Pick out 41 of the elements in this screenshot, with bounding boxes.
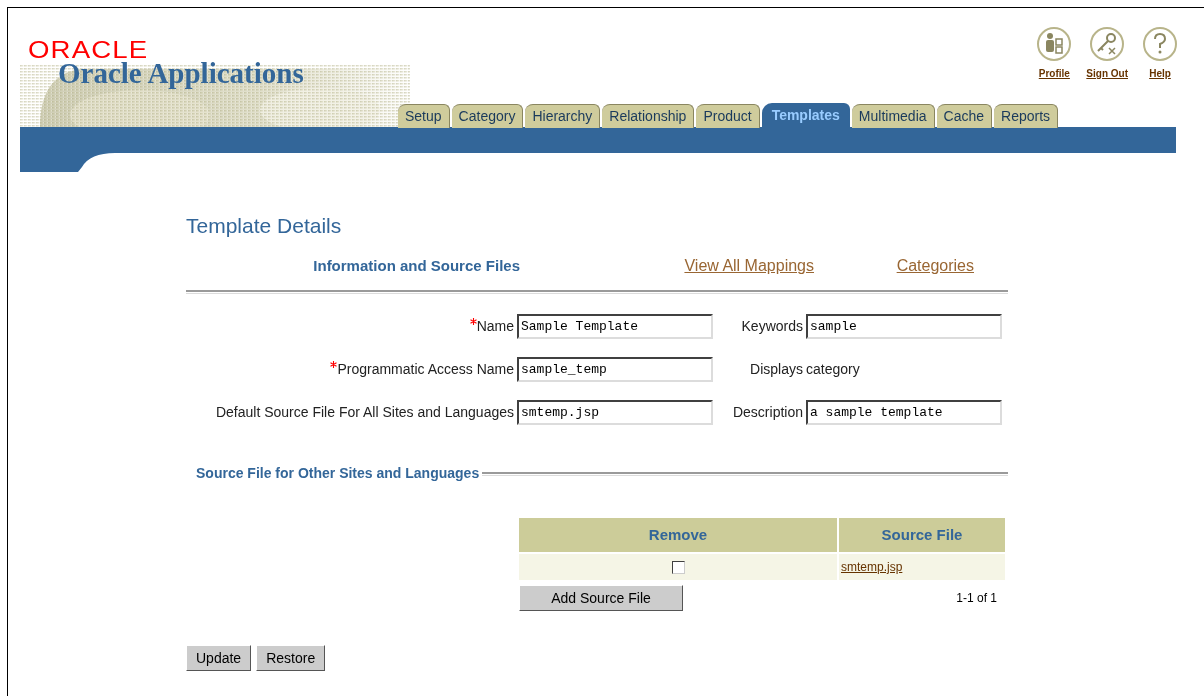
field-label: Description	[731, 403, 803, 422]
nav-tab[interactable]: Relationship	[602, 104, 695, 128]
input-field[interactable]: smtemp.jsp	[517, 400, 713, 425]
nav-tab[interactable]: Templates	[761, 103, 850, 128]
product-title: Oracle Applications	[58, 59, 304, 88]
page-title: Template Details	[186, 215, 343, 236]
sub-tab-link[interactable]: Information and Source Files	[186, 254, 520, 278]
column-header: Source File	[839, 518, 1005, 552]
nav-tab[interactable]: Product	[696, 104, 760, 128]
nav-tab[interactable]: Setup	[398, 104, 450, 128]
column-header: Remove	[519, 518, 837, 552]
field-label: Programmatic Access Name	[186, 359, 514, 380]
nav-tab[interactable]: Category	[451, 104, 524, 128]
help-icon[interactable]	[1142, 26, 1178, 62]
global-link[interactable]: Profile	[1038, 66, 1070, 81]
key-icon[interactable]	[1089, 26, 1126, 62]
form-button[interactable]: Restore	[256, 645, 326, 671]
field-label: Keywords	[740, 317, 803, 336]
input-field[interactable]: Sample Template	[517, 314, 713, 339]
nav-tab[interactable]: Cache	[936, 104, 992, 128]
input-field[interactable]: a sample template	[806, 400, 1002, 425]
field-label: Default Source File For All Sites and Languages	[214, 403, 514, 422]
profile-icon[interactable]	[1036, 26, 1073, 62]
input-field[interactable]: sample_temp	[517, 357, 713, 382]
nav-tab[interactable]: Hierarchy	[525, 104, 601, 128]
global-link[interactable]: Help	[1149, 66, 1171, 81]
input-field[interactable]: sample	[806, 314, 1002, 339]
pagination-text: 1-1 of 1	[956, 590, 997, 607]
add-source-file-button[interactable]: Add Source File	[519, 585, 683, 611]
checkbox[interactable]	[671, 560, 685, 574]
nav-tab[interactable]: Reports	[994, 104, 1059, 128]
oracle-logo: ORACLE	[28, 38, 149, 62]
field-value: category	[806, 360, 861, 379]
form-button[interactable]: Update	[186, 645, 252, 671]
section-title: Source File for Other Sites and Languages	[196, 464, 480, 483]
sub-tab-link[interactable]: View All Mappings	[520, 254, 814, 278]
sub-tab-link[interactable]: Categories	[814, 254, 974, 278]
nav-tab[interactable]: Multimedia	[851, 104, 935, 128]
field-label: Displays	[749, 360, 803, 379]
global-link[interactable]: Sign Out	[1086, 66, 1128, 81]
field-label: Name	[186, 316, 514, 337]
